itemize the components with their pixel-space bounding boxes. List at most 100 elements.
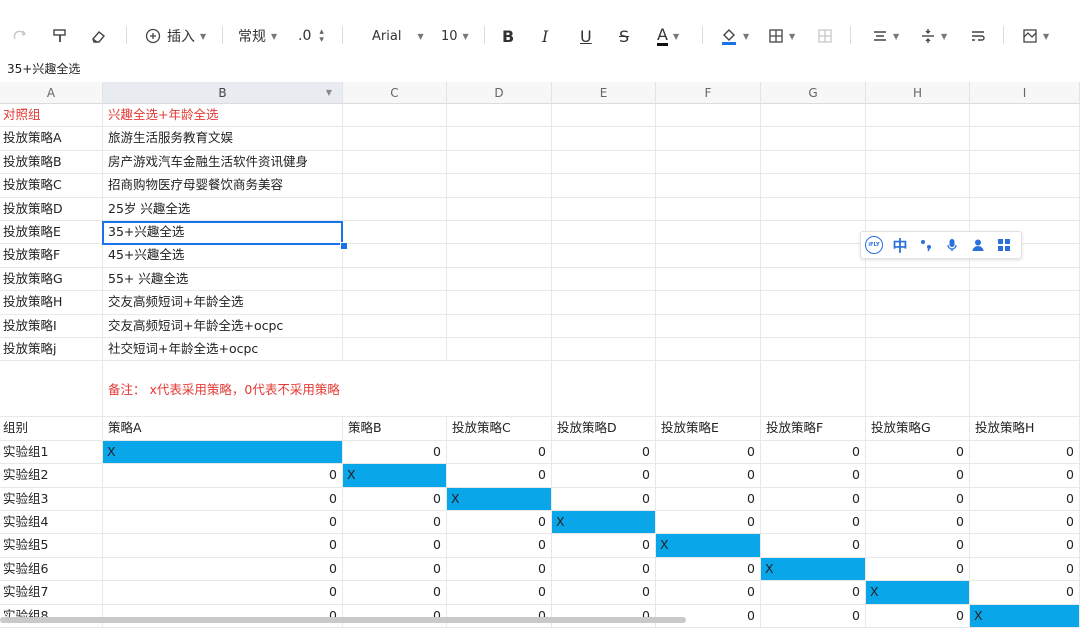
grid-cell[interactable] xyxy=(447,174,552,198)
table-cell-description[interactable]: 交友高频短词+年龄全选+ocpc xyxy=(103,314,343,338)
strategy-value-cell[interactable]: 0 xyxy=(447,534,552,558)
grid-cell[interactable] xyxy=(552,244,656,268)
grid-cell[interactable] xyxy=(656,221,761,245)
italic-button[interactable]: I xyxy=(542,22,548,50)
table-cell-description[interactable]: 45+兴趣全选 xyxy=(103,244,343,268)
strategy-value-cell[interactable]: 0 xyxy=(970,487,1080,511)
grid-cell[interactable] xyxy=(970,291,1080,315)
grid-cell[interactable] xyxy=(970,267,1080,292)
grid-cell[interactable] xyxy=(866,361,970,418)
strategy-value-cell[interactable]: 0 xyxy=(970,557,1080,582)
font-size-select[interactable]: 10 ▼ xyxy=(441,22,469,50)
strategy-value-cell[interactable]: 0 xyxy=(761,440,866,465)
grid-cell[interactable] xyxy=(343,267,447,292)
grid-cell[interactable] xyxy=(656,150,761,175)
number-format-select[interactable]: 常规 ▼ xyxy=(238,22,277,50)
matrix-group-label[interactable]: 实验组3 xyxy=(0,487,103,511)
merge-cells-icon[interactable] xyxy=(817,22,833,50)
strategy-value-cell[interactable]: 0 xyxy=(343,440,447,465)
strategy-value-cell[interactable]: 0 xyxy=(761,604,866,628)
grid-cell[interactable] xyxy=(656,338,761,362)
redo-icon[interactable] xyxy=(12,22,28,50)
grid-cell[interactable] xyxy=(447,127,552,151)
font-family-select[interactable]: Arial ▼ xyxy=(372,22,424,50)
fill-handle[interactable] xyxy=(340,242,348,250)
column-header-i[interactable]: I xyxy=(970,82,1080,104)
grid-cell[interactable] xyxy=(761,174,866,198)
matrix-group-label[interactable]: 实验组7 xyxy=(0,581,103,605)
table-cell-label[interactable]: 投放策略H xyxy=(0,291,103,315)
column-header-f[interactable]: F xyxy=(656,82,761,104)
grid-cell[interactable] xyxy=(343,244,447,268)
grid-cell[interactable] xyxy=(0,361,103,418)
strategy-value-cell[interactable]: 0 xyxy=(552,534,656,558)
strategy-value-cell[interactable]: 0 xyxy=(552,464,656,488)
strategy-value-cell[interactable]: 0 xyxy=(761,487,866,511)
strategy-value-cell[interactable]: 0 xyxy=(552,487,656,511)
grid-cell[interactable] xyxy=(552,104,656,128)
grid-cell[interactable] xyxy=(656,104,761,128)
matrix-group-label[interactable]: 实验组1 xyxy=(0,440,103,465)
strategy-value-cell[interactable]: 0 xyxy=(103,464,343,488)
grid-cell[interactable] xyxy=(343,197,447,221)
strategy-value-cell[interactable]: 0 xyxy=(761,464,866,488)
grid-cell[interactable] xyxy=(656,361,761,418)
grid-cell[interactable] xyxy=(552,267,656,292)
grid-cell[interactable] xyxy=(970,314,1080,338)
grid-cell[interactable] xyxy=(552,197,656,221)
table-cell-description[interactable]: 兴趣全选+年龄全选 xyxy=(103,104,343,128)
strategy-value-cell[interactable]: 0 xyxy=(866,487,970,511)
eraser-icon[interactable] xyxy=(90,22,106,50)
strategy-value-cell[interactable]: 0 xyxy=(103,581,343,605)
grid-cell[interactable] xyxy=(970,150,1080,175)
table-cell-label[interactable]: 投放策略j xyxy=(0,338,103,362)
matrix-header-strategy[interactable]: 投放策略C xyxy=(447,417,552,441)
strategy-value-cell[interactable]: 0 xyxy=(343,557,447,582)
matrix-header-strategy[interactable]: 策略B xyxy=(343,417,447,441)
user-icon[interactable] xyxy=(965,232,991,258)
table-cell-label[interactable]: 投放策略A xyxy=(0,127,103,151)
grid-cell[interactable] xyxy=(866,174,970,198)
strategy-value-cell[interactable]: 0 xyxy=(103,511,343,535)
strategy-value-cell[interactable]: 0 xyxy=(970,534,1080,558)
grid-cell[interactable] xyxy=(447,291,552,315)
column-header-c[interactable]: C xyxy=(343,82,447,104)
strikethrough-button[interactable]: S xyxy=(619,22,629,50)
table-cell-label[interactable]: 投放策略I xyxy=(0,314,103,338)
strategy-value-cell[interactable]: 0 xyxy=(656,511,761,535)
grid-cell[interactable] xyxy=(970,127,1080,151)
grid-cell[interactable] xyxy=(447,104,552,128)
bold-button[interactable]: B xyxy=(502,22,514,50)
strategy-value-cell[interactable]: 0 xyxy=(343,581,447,605)
grid-cell[interactable] xyxy=(447,221,552,245)
spreadsheet-grid[interactable]: A B ▼ C D E F G H I 对照组 兴趣全选+年龄全选 投放策略A 旅游生活服务教育文娱 投放策… xyxy=(0,82,1080,628)
matrix-group-label[interactable]: 实验组5 xyxy=(0,534,103,558)
strategy-value-cell[interactable]: 0 xyxy=(552,557,656,582)
matrix-header-strategy[interactable]: 投放策略F xyxy=(761,417,866,441)
matrix-header-strategy[interactable]: 投放策略G xyxy=(866,417,970,441)
strategy-value-cell[interactable]: 0 xyxy=(866,534,970,558)
strategy-value-cell[interactable]: 0 xyxy=(656,464,761,488)
matrix-group-label[interactable]: 实验组2 xyxy=(0,464,103,488)
table-cell-description[interactable]: 招商购物医疗母婴餐饮商务美容 xyxy=(103,174,343,198)
grid-cell[interactable] xyxy=(552,338,656,362)
grid-cell[interactable] xyxy=(552,127,656,151)
insert-menu[interactable]: 插入 ▼ xyxy=(145,22,206,50)
matrix-group-label[interactable]: 实验组6 xyxy=(0,557,103,582)
grid-cell[interactable] xyxy=(343,221,447,245)
strategy-selected-cell[interactable]: X xyxy=(447,487,552,511)
wrap-text-icon[interactable] xyxy=(970,22,986,50)
grid-cell[interactable] xyxy=(761,150,866,175)
table-cell-description[interactable]: 55+ 兴趣全选 xyxy=(103,267,343,292)
strategy-value-cell[interactable]: 0 xyxy=(447,464,552,488)
strategy-value-cell[interactable]: 0 xyxy=(761,534,866,558)
grid-cell[interactable] xyxy=(761,361,866,418)
strategy-value-cell[interactable]: 0 xyxy=(447,511,552,535)
grid-cell[interactable] xyxy=(552,291,656,315)
grid-cell[interactable] xyxy=(866,150,970,175)
grid-cell[interactable] xyxy=(866,104,970,128)
horizontal-scrollbar[interactable] xyxy=(0,617,686,623)
table-cell-label[interactable]: 投放策略B xyxy=(0,150,103,175)
horizontal-align-button[interactable]: ▼ xyxy=(872,22,899,50)
chart-menu-button[interactable]: ▼ xyxy=(1022,22,1049,50)
